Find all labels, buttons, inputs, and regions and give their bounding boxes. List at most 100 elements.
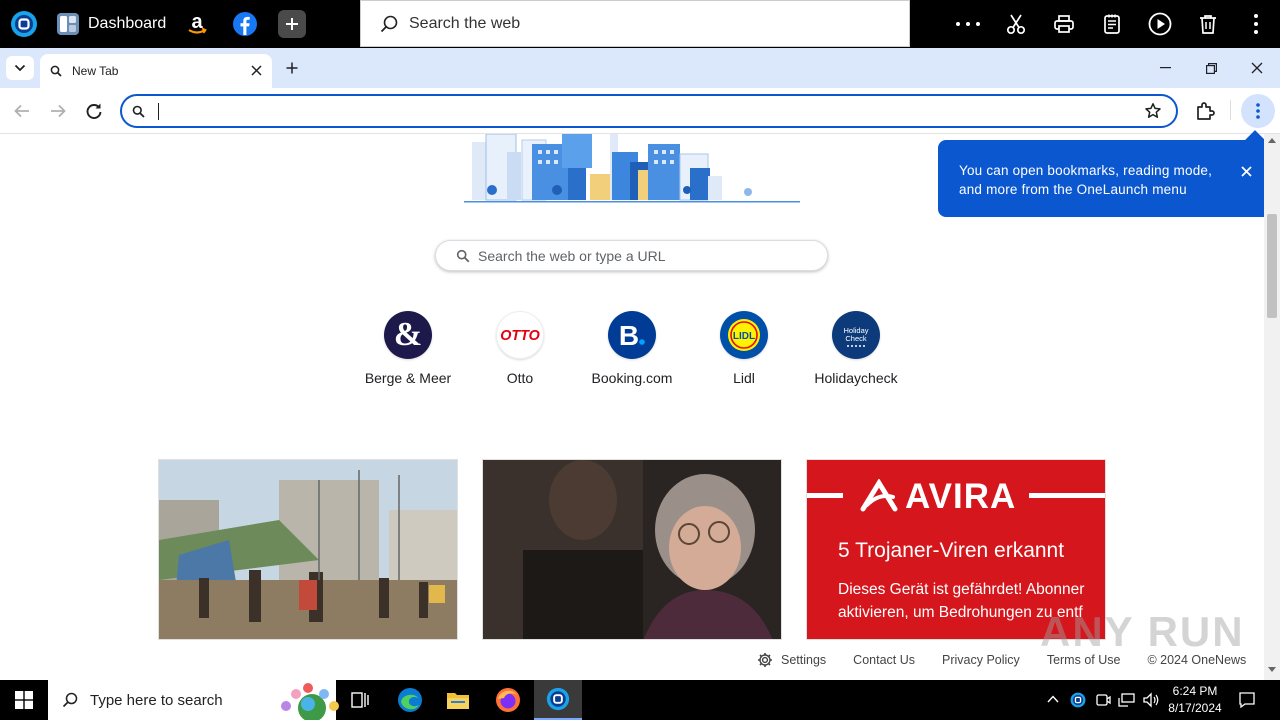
firefox-icon[interactable] bbox=[484, 680, 532, 720]
shortcut-label: Lidl bbox=[733, 370, 755, 386]
network-icon[interactable] bbox=[1118, 692, 1136, 708]
shortcut-lidl[interactable]: LIDL Lidl bbox=[688, 311, 800, 386]
text-caret bbox=[158, 103, 159, 120]
shortcut-berge-meer[interactable]: & Berge & Meer bbox=[352, 311, 464, 386]
svg-text:&: & bbox=[394, 316, 422, 353]
berge-meer-logo-icon: & bbox=[384, 311, 432, 359]
taskbar-search-placeholder: Type here to search bbox=[90, 691, 223, 709]
otto-logo-icon: OTTO bbox=[496, 311, 544, 359]
lidl-logo-icon: LIDL bbox=[720, 311, 768, 359]
city-illustration bbox=[462, 134, 802, 206]
contact-link[interactable]: Contact Us bbox=[853, 653, 915, 667]
task-view-icon[interactable] bbox=[336, 680, 384, 720]
play-icon[interactable] bbox=[1144, 8, 1176, 40]
avira-brand: AVIRA bbox=[905, 477, 1017, 516]
privacy-link[interactable]: Privacy Policy bbox=[942, 653, 1020, 667]
news-card-market[interactable] bbox=[158, 459, 458, 640]
scroll-down-icon[interactable] bbox=[1268, 667, 1276, 672]
notes-icon[interactable] bbox=[1096, 8, 1128, 40]
search-icon bbox=[50, 65, 62, 77]
taskbar-search-box[interactable]: Type here to search bbox=[48, 680, 339, 720]
scroll-thumb[interactable] bbox=[1267, 214, 1277, 318]
web-search-box[interactable]: Search the web bbox=[360, 0, 910, 47]
chevron-up-icon[interactable] bbox=[1046, 692, 1060, 706]
edge-icon[interactable] bbox=[386, 680, 434, 720]
gear-icon[interactable] bbox=[757, 652, 773, 668]
meet-now-icon[interactable] bbox=[1095, 692, 1111, 708]
trash-icon[interactable] bbox=[1192, 8, 1224, 40]
tab-search-icon[interactable] bbox=[6, 56, 34, 80]
onelaunch-logo-icon[interactable] bbox=[8, 8, 40, 40]
dashboard-icon bbox=[56, 12, 80, 36]
shortcut-label: Berge & Meer bbox=[364, 370, 452, 386]
svg-text:LIDL: LIDL bbox=[733, 331, 755, 342]
clock-date: 8/17/2024 bbox=[1168, 701, 1222, 715]
shortcut-holidaycheck[interactable]: Holiday Check Holidaycheck bbox=[800, 311, 912, 386]
market-photo bbox=[159, 460, 457, 639]
news-card-woman[interactable] bbox=[482, 459, 782, 640]
restore-icon[interactable] bbox=[1188, 48, 1234, 88]
close-tooltip-icon[interactable] bbox=[1241, 166, 1252, 177]
search-icon bbox=[379, 14, 399, 34]
address-bar[interactable] bbox=[120, 94, 1178, 128]
tooltip-text: You can open bookmarks, reading mode, an… bbox=[959, 163, 1213, 197]
new-tab-icon[interactable] bbox=[280, 56, 304, 80]
scroll-up-icon[interactable] bbox=[1268, 138, 1276, 143]
dashboard-label: Dashboard bbox=[88, 15, 167, 32]
page-scrollbar[interactable] bbox=[1264, 134, 1280, 680]
tab-strip: New Tab bbox=[0, 48, 1280, 88]
shortcut-label: Booking.com bbox=[591, 370, 673, 386]
ad-stripe bbox=[1029, 493, 1105, 498]
onelaunch-taskbar-icon[interactable] bbox=[534, 680, 582, 720]
tab-new-tab[interactable]: New Tab bbox=[40, 54, 272, 88]
page-search-box[interactable]: Search the web or type a URL bbox=[435, 240, 828, 271]
print-icon[interactable] bbox=[1048, 8, 1080, 40]
reload-icon[interactable] bbox=[82, 99, 106, 123]
onelaunch-menu-icon[interactable] bbox=[1241, 94, 1275, 128]
onelaunch-menu-tooltip: You can open bookmarks, reading mode, an… bbox=[938, 130, 1278, 217]
search-icon bbox=[62, 692, 78, 708]
windows-start-icon[interactable] bbox=[0, 680, 48, 720]
volume-icon[interactable] bbox=[1142, 692, 1160, 708]
web-search-placeholder: Search the web bbox=[409, 14, 521, 32]
browser-toolbar bbox=[0, 88, 1280, 134]
back-icon[interactable] bbox=[10, 99, 34, 123]
dashboard-button[interactable]: Dashboard bbox=[56, 8, 166, 40]
extensions-icon[interactable] bbox=[1194, 100, 1216, 122]
close-window-icon[interactable] bbox=[1234, 48, 1280, 88]
svg-text:a: a bbox=[191, 11, 203, 33]
shortcut-booking[interactable]: B Booking.com bbox=[576, 311, 688, 386]
file-explorer-icon[interactable] bbox=[434, 680, 482, 720]
scissors-icon[interactable] bbox=[1000, 8, 1032, 40]
bookmark-star-icon[interactable] bbox=[1144, 102, 1162, 120]
avira-umbrella-icon bbox=[859, 479, 901, 515]
facebook-icon[interactable] bbox=[229, 8, 261, 40]
search-icon bbox=[132, 105, 145, 118]
woman-photo bbox=[483, 460, 781, 639]
terms-link[interactable]: Terms of Use bbox=[1047, 653, 1121, 667]
minimize-icon[interactable] bbox=[1142, 48, 1188, 88]
notification-icon[interactable] bbox=[1238, 691, 1256, 709]
svg-text:Check: Check bbox=[845, 334, 867, 343]
shortcut-otto[interactable]: OTTO Otto bbox=[464, 311, 576, 386]
more-options-icon[interactable] bbox=[952, 8, 984, 40]
topbar-menu-icon[interactable] bbox=[1240, 8, 1272, 40]
copyright-text: © 2024 OneNews bbox=[1147, 653, 1247, 667]
onelaunch-tray-icon[interactable] bbox=[1070, 692, 1086, 708]
onelaunch-bar: Dashboard a Search the web bbox=[0, 0, 1280, 48]
add-shortcut-icon[interactable] bbox=[278, 10, 306, 38]
ad-line-1: Dieses Gerät ist gefährdet! Abonner bbox=[838, 581, 1085, 598]
close-tab-icon[interactable] bbox=[251, 65, 262, 76]
holidaycheck-logo-icon: Holiday Check bbox=[832, 311, 880, 359]
search-icon bbox=[456, 249, 470, 263]
avira-logo: AVIRA bbox=[859, 477, 1016, 517]
svg-text:B: B bbox=[619, 320, 639, 351]
tab-title: New Tab bbox=[72, 64, 119, 78]
system-clock[interactable]: 6:24 PM 8/17/2024 bbox=[1160, 683, 1230, 717]
clock-time: 6:24 PM bbox=[1172, 684, 1218, 698]
settings-link[interactable]: Settings bbox=[781, 653, 826, 667]
ad-headline: 5 Trojaner-Viren erkannt bbox=[838, 539, 1065, 562]
forward-icon[interactable] bbox=[46, 99, 70, 123]
ad-stripe bbox=[807, 493, 843, 498]
amazon-icon[interactable]: a bbox=[181, 8, 213, 40]
